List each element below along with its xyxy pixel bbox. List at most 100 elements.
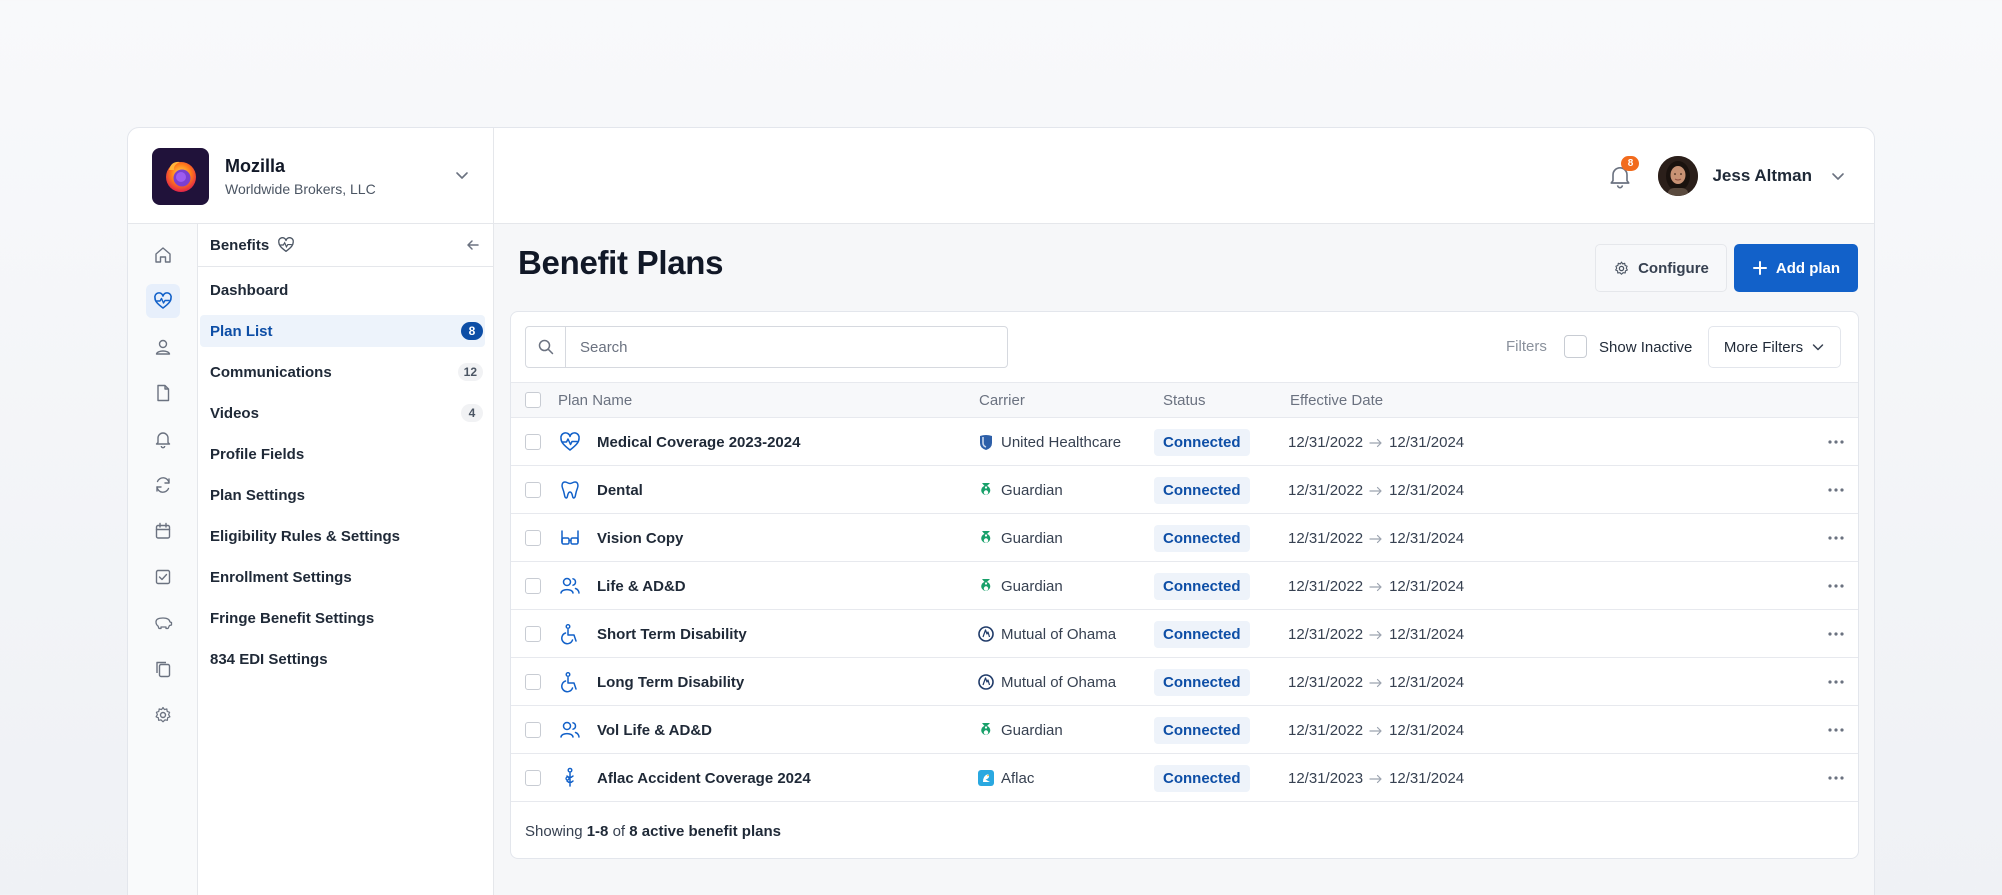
table-row[interactable]: Short Term Disability Mutual of Ohama Co… [511,610,1858,658]
more-options-icon[interactable] [1826,673,1846,691]
rail-sync[interactable] [146,468,180,502]
plan-name[interactable]: Vol Life & AD&D [597,722,712,739]
more-options-icon[interactable] [1826,625,1846,643]
table-row[interactable]: Vision Copy Guardian Connected 12/31/202… [511,514,1858,562]
rail-documents[interactable] [146,376,180,410]
row-checkbox[interactable] [525,674,541,690]
checkbox-icon [155,569,171,585]
arrow-right-icon [1369,582,1382,591]
effective-dates: 12/31/2022 12/31/2024 [1288,626,1464,643]
plan-name[interactable]: Vision Copy [597,530,683,547]
more-options-icon[interactable] [1826,529,1846,547]
row-checkbox[interactable] [525,434,541,450]
rail-settings[interactable] [146,698,180,732]
rail-savings[interactable] [146,606,180,640]
subnav-item-dashboard[interactable]: Dashboard [200,274,485,306]
end-date: 12/31/2024 [1389,722,1465,739]
more-options-icon[interactable] [1826,769,1846,787]
subnav-item-label: Eligibility Rules & Settings [210,527,401,545]
more-options-icon[interactable] [1826,433,1846,451]
rail-copies[interactable] [146,652,180,686]
add-plan-button[interactable]: Add plan [1734,244,1858,292]
subnav-item-communications[interactable]: Communications 12 [200,356,485,388]
arrow-right-icon [1369,678,1382,687]
united-healthcare-logo [978,434,994,450]
chevron-down-icon[interactable] [453,166,471,184]
add-plan-label: Add plan [1775,259,1841,277]
subnav-item-label: Videos [210,404,259,422]
end-date: 12/31/2024 [1389,434,1465,451]
user-name[interactable]: Jess Altman [1712,166,1812,186]
plan-name[interactable]: Life & AD&D [597,578,686,595]
rail-benefits[interactable] [146,284,180,318]
subnav-item-profile-fields[interactable]: Profile Fields [200,438,485,470]
icon-rail [128,224,198,895]
plan-name[interactable]: Aflac Accident Coverage 2024 [597,770,811,787]
column-header-plan-name[interactable]: Plan Name [558,392,632,409]
more-filters-button[interactable]: More Filters [1708,326,1841,368]
filters-label: Filters [1506,338,1547,355]
table-row[interactable]: Vol Life & AD&D Guardian Connected 12/31… [511,706,1858,754]
wheelchair-icon [561,672,577,693]
carrier-name: Guardian [1001,578,1063,595]
arrow-right-icon [1369,438,1382,447]
arrow-right-icon [1369,486,1382,495]
plan-name[interactable]: Short Term Disability [597,626,747,643]
rail-people[interactable] [146,330,180,364]
configure-button[interactable]: Configure [1595,244,1727,292]
rail-home[interactable] [146,238,180,272]
row-checkbox[interactable] [525,578,541,594]
notifications-button[interactable]: 8 [1606,156,1640,190]
column-header-carrier[interactable]: Carrier [979,392,1025,409]
select-all-checkbox[interactable] [525,392,541,408]
home-icon [155,247,171,263]
arrow-right-icon [1369,726,1382,735]
org-switcher[interactable]: Mozilla Worldwide Brokers, LLC [128,128,494,224]
rail-tasks[interactable] [146,560,180,594]
row-checkbox[interactable] [525,626,541,642]
subnav-item-videos[interactable]: Videos 4 [200,397,485,429]
subnav-item-834-edi[interactable]: 834 EDI Settings [200,643,485,675]
guardian-logo [978,482,994,498]
table-row[interactable]: Long Term Disability Mutual of Ohama Con… [511,658,1858,706]
plan-name[interactable]: Dental [597,482,643,499]
row-checkbox[interactable] [525,770,541,786]
more-options-icon[interactable] [1826,721,1846,739]
row-checkbox[interactable] [525,482,541,498]
table-row[interactable]: Aflac Accident Coverage 2024 Aflac Conne… [511,754,1858,802]
plan-name[interactable]: Medical Coverage 2023-2024 [597,434,800,451]
search-box[interactable] [525,326,1008,368]
plan-name[interactable]: Long Term Disability [597,674,744,691]
column-header-status[interactable]: Status [1163,392,1206,409]
more-options-icon[interactable] [1826,577,1846,595]
show-inactive-checkbox[interactable] [1564,335,1587,358]
rail-notifications[interactable] [146,422,180,456]
chevron-down-icon[interactable] [1830,168,1846,184]
show-inactive-label[interactable]: Show Inactive [1599,339,1692,356]
row-checkbox[interactable] [525,530,541,546]
effective-dates: 12/31/2022 12/31/2024 [1288,434,1464,451]
rail-calendar[interactable] [146,514,180,548]
table-row[interactable]: Life & AD&D Guardian Connected 12/31/202… [511,562,1858,610]
end-date: 12/31/2024 [1389,626,1465,643]
arrow-left-icon[interactable] [465,237,481,253]
column-header-effective-date[interactable]: Effective Date [1290,392,1383,409]
more-options-icon[interactable] [1826,481,1846,499]
firefox-logo-icon [152,147,209,205]
avatar[interactable] [1658,156,1699,196]
effective-dates: 12/31/2022 12/31/2024 [1288,578,1464,595]
subnav-item-enrollment[interactable]: Enrollment Settings [200,561,485,593]
subnav-item-eligibility[interactable]: Eligibility Rules & Settings [200,520,485,552]
subnav-item-label: 834 EDI Settings [210,650,328,668]
subnav-item-plan-list[interactable]: Plan List 8 [200,315,485,347]
subnav-item-fringe[interactable]: Fringe Benefit Settings [200,602,485,634]
row-checkbox[interactable] [525,722,541,738]
table-row[interactable]: Medical Coverage 2023-2024 United Health… [511,418,1858,466]
search-input[interactable] [566,327,1007,367]
subnav-item-plan-settings[interactable]: Plan Settings [200,479,485,511]
more-filters-label: More Filters [1723,338,1804,356]
start-date: 12/31/2022 [1288,434,1364,451]
page-title: Benefit Plans [518,244,724,281]
footer-range: 1-8 [586,823,609,840]
table-row[interactable]: Dental Guardian Connected 12/31/2022 12/… [511,466,1858,514]
